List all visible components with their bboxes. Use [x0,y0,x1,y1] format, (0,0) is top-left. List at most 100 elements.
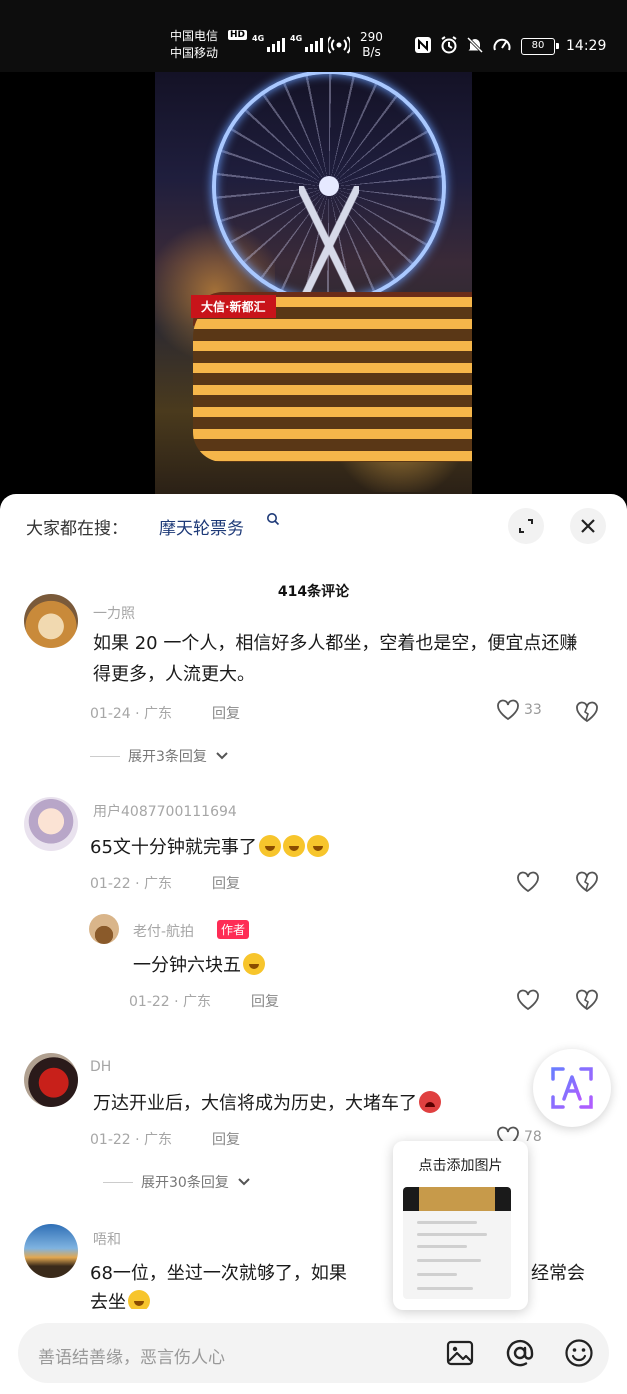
search-icon[interactable] [266,512,280,526]
reply-button[interactable]: 回复 [251,991,279,1011]
like-count: 33 [524,702,542,718]
comment-date: 01-22 [90,1132,131,1148]
reply-button[interactable]: 回复 [212,1129,240,1149]
comment-username[interactable]: 一力照 [93,603,135,623]
comment-location: 广东 [144,876,173,892]
laugh-cry-emoji-icon [243,953,265,975]
like-button[interactable]: 33 [496,699,542,721]
laugh-cry-emoji-icon [306,835,329,857]
expand-button[interactable] [508,508,544,544]
chevron-down-icon [216,752,228,760]
avatar[interactable] [24,1053,78,1107]
carrier-1: 中国电信 [170,29,219,43]
comment-text[interactable]: 65文十分钟就完事了 [90,832,329,863]
dislike-icon[interactable] [574,869,600,893]
reply-text[interactable]: 一分钟六块五 [133,950,265,981]
thumbnail-line [417,1221,477,1224]
expand-replies[interactable]: 展开30条回复 [103,1172,251,1192]
reply-username[interactable]: 老付-航拍 [133,921,194,941]
comment-meta: 01-22 · 广东 [90,1132,173,1148]
comment-text-line-1[interactable]: 68一位，坐过一次就够了，如果 [90,1258,347,1289]
comment-text-content: 65文十分钟就完事了 [90,837,257,858]
search-suggestion-link[interactable]: 摩天轮票务 [159,514,244,539]
network-type-1: 4G [252,34,265,43]
angry-emoji-icon [419,1091,441,1113]
comment-text[interactable]: 万达开业后，大信将成为历史，大堵车了 [93,1088,441,1119]
comment-text-content: 万达开业后，大信将成为历史，大堵车了 [93,1093,417,1114]
expand-replies[interactable]: 展开3条回复 [90,746,229,766]
carrier-2: 中国移动 [170,46,219,60]
comment-text-line-2[interactable]: 去坐 [90,1287,150,1309]
reply-meta: 01-22 · 广东 [129,994,212,1010]
screenshot-thumbnail[interactable] [403,1187,511,1299]
comment-username[interactable]: DH [90,1059,111,1075]
laugh-cry-emoji-icon [282,835,305,857]
network-type-2: 4G [290,34,303,43]
close-icon [581,519,595,533]
mall-building [193,297,472,462]
thumbnail-line [417,1273,457,1276]
add-image-tip-title: 点击添加图片 [418,1158,503,1174]
dislike-icon[interactable] [574,699,600,723]
thumbnail-line [417,1259,481,1262]
add-image-tip[interactable]: 点击添加图片 [393,1141,528,1310]
author-avatar[interactable] [89,914,119,944]
expand-icon [519,519,533,533]
comment-text-content: 去坐 [90,1292,126,1309]
status-bar: 中国电信 中国移动 HD 4G 4G 290 B/s 80 14:29 [0,0,627,72]
signal-2-icon: 4G [290,34,324,52]
laugh-cry-emoji-icon [128,1290,150,1309]
signal-1-icon: 4G [252,34,286,52]
comment-username[interactable]: 唔和 [93,1229,121,1249]
thumbnail-line [417,1287,473,1290]
image-icon[interactable] [444,1337,476,1369]
reply-location: 广东 [183,994,212,1010]
comment-location: 广东 [144,1132,173,1148]
alarm-icon [441,36,457,54]
video-player[interactable]: 大信·新都汇 [155,72,472,496]
expand-replies-label: 展开3条回复 [128,749,207,765]
thumbnail-video-frame [403,1187,511,1211]
ferris-wheel-support [299,186,359,306]
at-icon[interactable] [504,1337,536,1369]
comment-meta: 01-24 · 广东 [90,706,173,722]
comment-meta: 01-22 · 广东 [90,876,173,892]
heart-icon[interactable] [515,869,541,893]
close-button[interactable] [570,508,606,544]
dislike-icon[interactable] [574,987,600,1011]
reply-button[interactable]: 回复 [212,703,240,723]
reply-date: 01-22 [129,994,170,1010]
comment-username[interactable]: 用户4087700111694 [93,801,237,821]
comment-text[interactable]: 如果 20 一个人，相信好多人都坐，空着也是空，便宜点还赚得更多，人流更大。 [93,628,595,690]
comment-date: 01-22 [90,876,131,892]
speed-icon [493,38,511,51]
clock: 14:29 [566,38,607,54]
hotspot-icon [328,36,350,54]
carrier-labels: 中国电信 中国移动 [170,28,218,62]
hd-badge: HD [228,30,248,40]
comment-date: 01-24 [90,706,131,722]
reply-text-content: 一分钟六块五 [133,955,241,976]
avatar[interactable] [24,1224,78,1278]
expand-replies-label: 展开30条回复 [141,1175,229,1191]
speed-unit: B/s [362,45,381,59]
reply-button[interactable]: 回复 [212,873,240,893]
heart-icon[interactable] [515,987,541,1011]
nfc-icon [415,37,431,53]
like-count: 78 [524,1129,542,1145]
translate-button[interactable] [533,1049,611,1127]
author-badge: 作者 [217,920,250,939]
comment-count: 414条评论 [277,584,350,600]
search-suggestion-prefix: 大家都在搜： [26,519,128,539]
comment-text-line-1-end[interactable]: 经常会 [531,1258,585,1289]
comment-input[interactable]: 善语结善缘，恶言伤人心 [18,1323,609,1383]
chevron-down-icon [238,1178,250,1186]
avatar[interactable] [24,594,78,648]
divider-line [103,1181,133,1183]
network-speed: 290 B/s [360,30,383,60]
avatar[interactable] [24,797,78,851]
translate-icon [551,1067,593,1109]
mall-sign: 大信·新都汇 [191,295,276,318]
emoji-icon[interactable] [563,1337,595,1369]
thumbnail-line [417,1245,467,1248]
